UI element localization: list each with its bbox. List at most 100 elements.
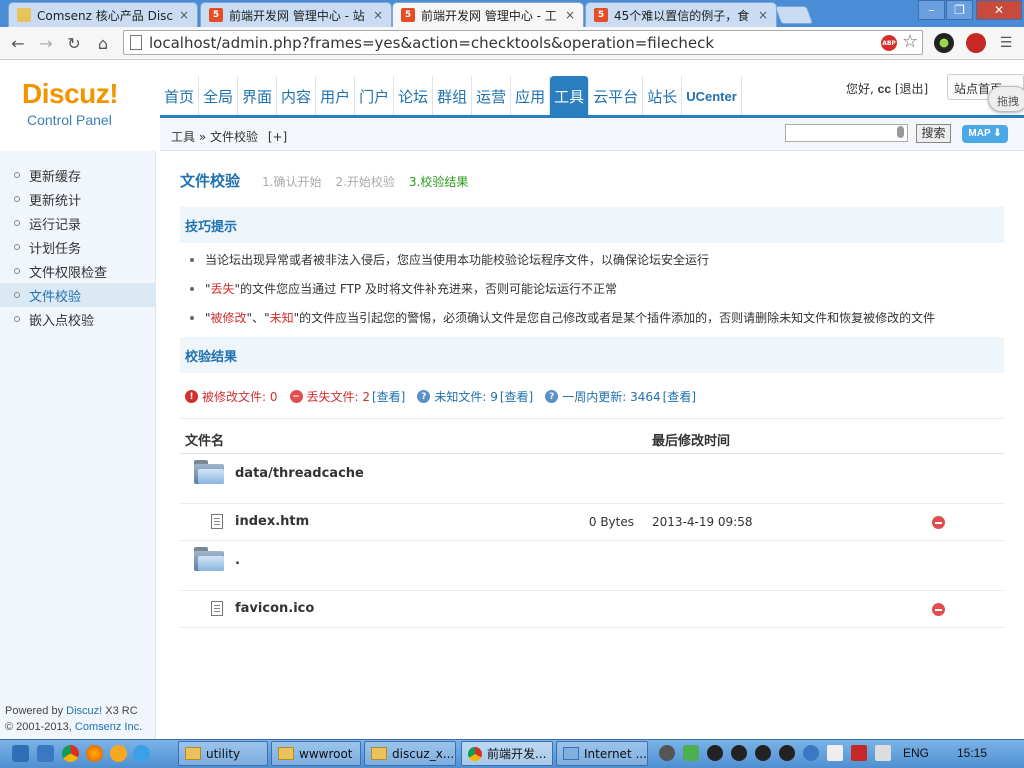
discuz-logo[interactable]: Discuz! <box>22 78 119 110</box>
bullet-icon <box>14 244 20 250</box>
volume-icon[interactable] <box>875 745 891 761</box>
home-icon[interactable]: ⌂ <box>93 33 113 53</box>
flag-icon[interactable] <box>827 745 843 761</box>
nav-item-group[interactable]: 群组 <box>433 76 473 116</box>
qq-penguin-icon[interactable] <box>731 745 747 761</box>
sidebar-item-cron[interactable]: 计划任务 <box>0 235 155 259</box>
add-shortcut-link[interactable]: [+] <box>268 130 287 144</box>
sidebar-item-update-cache[interactable]: 更新缓存 <box>0 163 155 187</box>
tab-close-icon[interactable]: × <box>179 8 189 22</box>
taskbar-button-label: wwwroot <box>299 746 353 761</box>
sidebar-item-file-check[interactable]: 文件校验 <box>0 283 155 307</box>
show-desktop-icon[interactable] <box>12 745 29 762</box>
internet-explorer-icon[interactable] <box>133 745 150 762</box>
url-input[interactable] <box>149 32 869 53</box>
taskbar-button-utility[interactable]: utility <box>178 741 268 766</box>
tab-close-icon[interactable]: × <box>565 8 575 22</box>
nav-item-forum[interactable]: 论坛 <box>394 76 434 116</box>
new-tab-button[interactable] <box>774 6 814 24</box>
network-error-icon[interactable] <box>851 745 867 761</box>
minimize-button[interactable]: – <box>918 0 945 20</box>
nav-item-home[interactable]: 首页 <box>160 76 200 116</box>
bullet-icon <box>14 268 20 274</box>
stat-week: ? 一周内更新: 3464 [查看] <box>545 388 696 405</box>
microphone-icon[interactable] <box>897 126 904 138</box>
star-icon[interactable]: ☆ <box>902 31 918 52</box>
sidebar-item-hook-check[interactable]: 嵌入点校验 <box>0 307 155 331</box>
view-week-link[interactable]: [查看] <box>663 388 696 405</box>
adblock-icon[interactable]: ABP <box>881 35 897 51</box>
tray-plus-icon[interactable] <box>683 745 699 761</box>
extension-camera-icon[interactable] <box>934 33 954 53</box>
logout-link[interactable]: [退出] <box>895 82 928 96</box>
nav-item-extended[interactable]: 运营 <box>472 76 512 116</box>
view-lost-link[interactable]: [查看] <box>372 388 405 405</box>
browser-tab-2[interactable]: 5 前端开发网 管理中心 - 站 × <box>200 2 392 27</box>
tips-header: 技巧提示 <box>180 207 1004 243</box>
discuz-link[interactable]: Discuz! <box>66 705 102 717</box>
clock[interactable]: 15:15 <box>957 746 987 760</box>
version-text: X3 RC <box>102 705 138 717</box>
sidebar-item-label: 更新缓存 <box>29 169 82 185</box>
nav-item-global[interactable]: 全局 <box>199 76 239 116</box>
taskbar-button-wwwroot[interactable]: wwwroot <box>271 741 361 766</box>
browser-tab-label: Comsenz 核心产品 Discu <box>37 8 173 23</box>
qq-penguin-icon[interactable] <box>755 745 771 761</box>
view-unknown-link[interactable]: [查看] <box>500 388 533 405</box>
sidebar-item-label: 运行记录 <box>29 217 82 233</box>
language-indicator[interactable]: ENG <box>903 746 929 760</box>
tab-close-icon[interactable]: × <box>373 8 383 22</box>
browser-tab-4[interactable]: 5 45个难以置信的例子，食 × <box>585 2 777 27</box>
nav-item-ucenter[interactable]: UCenter <box>682 76 742 116</box>
question-icon: ? <box>417 390 431 403</box>
nav-item-founder[interactable]: 站长 <box>643 76 683 116</box>
qq-penguin-icon[interactable] <box>707 745 723 761</box>
chrome-icon[interactable] <box>62 745 79 762</box>
taskbar-button-discuz[interactable]: discuz_x... <box>364 741 456 766</box>
search-input[interactable] <box>786 125 894 141</box>
browser-tab-3-active[interactable]: 5 前端开发网 管理中心 - 工 × <box>392 2 584 27</box>
switch-windows-icon[interactable] <box>37 745 54 762</box>
firefox-icon[interactable] <box>86 745 103 762</box>
address-bar[interactable]: ABP ☆ <box>123 30 923 55</box>
page-title: 文件校验 <box>180 172 241 190</box>
ie-tab-icon[interactable] <box>110 745 127 762</box>
forward-icon[interactable]: → <box>36 33 56 53</box>
back-icon[interactable]: ← <box>8 33 28 53</box>
taskbar-button-chrome[interactable]: 前端开发... <box>461 741 553 766</box>
search-box[interactable] <box>785 124 908 142</box>
tip-unknown-highlight: 未知 <box>269 311 294 325</box>
breadcrumb-path[interactable]: 工具 » 文件校验 <box>171 130 258 144</box>
greeting-text: 您好, <box>846 82 874 96</box>
tab-close-icon[interactable]: × <box>758 8 768 22</box>
map-button[interactable]: MAP ⬇ <box>962 125 1008 143</box>
tray-app-icon[interactable] <box>659 745 675 761</box>
sidebar-item-file-perms[interactable]: 文件权限检查 <box>0 259 155 283</box>
sidebar-item-update-stats[interactable]: 更新统计 <box>0 187 155 211</box>
nav-item-plugin[interactable]: 应用 <box>511 76 551 116</box>
nav-item-tools[interactable]: 工具 <box>550 76 590 116</box>
drag-handle[interactable]: 拖拽 <box>988 86 1024 112</box>
menu-icon[interactable]: ☰ <box>996 33 1016 53</box>
nav-item-style[interactable]: 界面 <box>238 76 278 116</box>
nav-item-content[interactable]: 内容 <box>277 76 317 116</box>
maximize-button[interactable]: ❐ <box>946 0 973 20</box>
taskbar-button-internet[interactable]: Internet ... <box>556 741 648 766</box>
step-3-current: 3.校验结果 <box>408 175 469 189</box>
nav-item-user[interactable]: 用户 <box>316 76 356 116</box>
logo-subtitle: Control Panel <box>27 112 112 128</box>
search-button[interactable]: 搜索 <box>916 124 951 143</box>
sidebar-item-run-log[interactable]: 运行记录 <box>0 211 155 235</box>
extension-stop-icon[interactable] <box>966 33 986 53</box>
nav-item-cloud[interactable]: 云平台 <box>589 76 644 116</box>
qq-penguin-icon[interactable] <box>779 745 795 761</box>
nav-item-portal[interactable]: 门户 <box>355 76 395 116</box>
browser-tab-1[interactable]: Comsenz 核心产品 Discu × <box>8 2 198 27</box>
reload-icon[interactable]: ↻ <box>64 33 84 53</box>
tip-1: 当论坛出现异常或者被非法入侵后，您应当使用本功能校验论坛程序文件，以确保论坛安全… <box>190 251 709 268</box>
powered-by: Powered by Discuz! X3 RC © 2001-2013, Co… <box>5 703 142 735</box>
comsenz-link[interactable]: Comsenz Inc. <box>75 721 142 733</box>
shield-icon[interactable] <box>803 745 819 761</box>
window-close-button[interactable]: ✕ <box>976 0 1022 20</box>
step-indicator: 文件校验 1.确认开始 2.开始校验 3.校验结果 <box>180 170 482 191</box>
